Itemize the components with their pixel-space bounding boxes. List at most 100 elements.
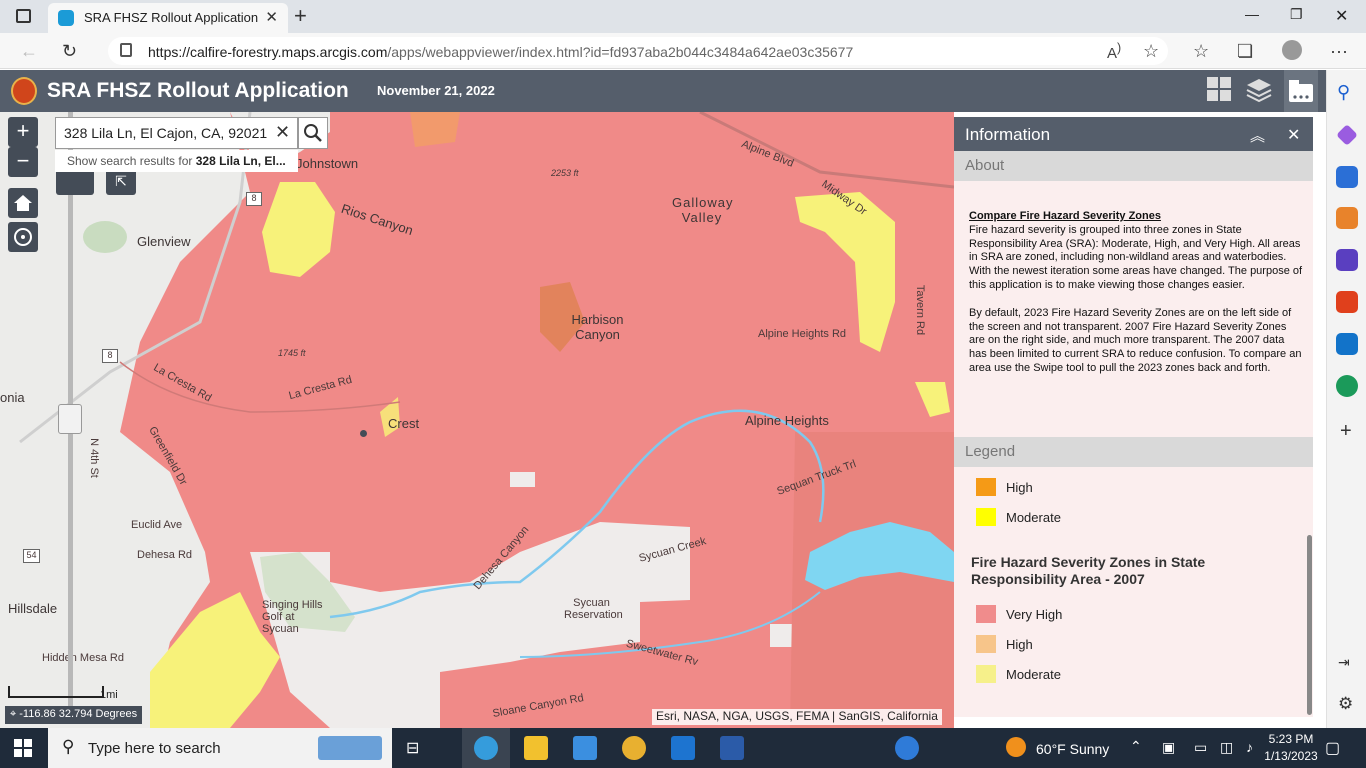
map-label-crest: Crest [388, 416, 420, 431]
about-widget-button[interactable] [1284, 70, 1318, 112]
restore-icon[interactable]: ❐ [1290, 6, 1303, 23]
minimize-icon[interactable]: — [1245, 6, 1259, 22]
close-panel-icon[interactable]: ✕ [1287, 125, 1300, 145]
mail-icon[interactable] [671, 736, 695, 760]
tray-battery-icon[interactable]: ▭ [1194, 739, 1207, 756]
search-box: ✕ [55, 117, 298, 149]
edge-sidebar: ⚲ + ⇥ ⚙ [1326, 70, 1366, 728]
file-explorer-icon[interactable] [524, 736, 548, 760]
map-label-harbison-canyon: Harbison Canyon [571, 312, 624, 342]
weather-text[interactable]: 60°F Sunny [1036, 741, 1109, 757]
tray-chevron-icon[interactable]: ⌃ [1130, 738, 1142, 755]
about-paragraph-2: By default, 2023 Fire Hazard Severity Zo… [969, 306, 1302, 374]
clock-time[interactable]: 5:23 PM [1266, 732, 1316, 746]
close-tab-icon[interactable]: ✕ [265, 8, 278, 26]
back-icon[interactable]: ← [20, 41, 38, 62]
clear-search-icon[interactable]: ✕ [275, 122, 290, 143]
search-button[interactable] [298, 117, 328, 149]
clock-date[interactable]: 1/13/2023 [1262, 749, 1320, 763]
panel-scrollbar[interactable] [1307, 535, 1312, 715]
shopping-icon[interactable] [1336, 166, 1358, 188]
more-icon[interactable]: ··· [1330, 41, 1348, 62]
photos-icon[interactable] [573, 736, 597, 760]
task-view-icon[interactable]: ⊟ [406, 738, 419, 758]
app-date: November 21, 2022 [377, 83, 495, 98]
zoom-in-button[interactable]: + [8, 117, 38, 147]
add-favorite-icon[interactable]: ☆ [1143, 41, 1159, 62]
legend-swatch-moderate [976, 508, 996, 526]
refresh-icon[interactable]: ↻ [62, 41, 77, 62]
games-icon[interactable] [1336, 249, 1358, 271]
outlook-icon[interactable] [1336, 333, 1358, 355]
taskbar-search-placeholder: Type here to search [88, 740, 221, 757]
windows-start-icon[interactable] [14, 739, 32, 757]
read-aloud-icon[interactable]: A) [1107, 41, 1121, 62]
my-location-button[interactable] [8, 222, 38, 252]
sidebar-settings-icon[interactable]: ⚙ [1338, 694, 1353, 714]
window-close-icon[interactable]: ✕ [1335, 6, 1348, 26]
map-attribution: Esri, NASA, NGA, USGS, FEMA | SanGIS, Ca… [652, 709, 942, 725]
notifications-icon[interactable]: ▢ [1325, 738, 1340, 758]
search-suggestion[interactable]: Show search results for 328 Lila Ln, El.… [55, 150, 298, 172]
office-icon[interactable] [1336, 291, 1358, 313]
about-section-header[interactable]: About [954, 151, 1313, 181]
map-label-onia: onia [0, 390, 25, 405]
search-input[interactable] [56, 118, 271, 148]
map-label-hidden-mesa: Hidden Mesa Rd [42, 652, 124, 664]
search-highlight-icon[interactable] [318, 736, 382, 760]
coordinate-readout[interactable]: ⌖ -116.86 32.794 Degrees [5, 706, 143, 724]
profile-avatar[interactable] [1282, 40, 1302, 60]
browser-tab-bar: SRA FHSZ Rollout Application ✕ + — ❐ ✕ [0, 0, 1366, 33]
map-view[interactable]: Johnstown Glenview Rios Canyon Galloway … [0, 112, 954, 728]
zoom-out-button[interactable]: − [8, 147, 38, 177]
tray-volume-icon[interactable]: ♪ [1246, 739, 1253, 755]
collections-icon[interactable]: ❏ [1237, 41, 1253, 62]
word-icon[interactable] [720, 736, 744, 760]
browser-address-bar: ← ↻ https://calfire-forestry.maps.arcgis… [0, 33, 1366, 69]
map-label-hillsdale: Hillsdale [8, 601, 58, 616]
panel-header: Information ︽ ✕ [954, 117, 1313, 151]
map-label-elev-2253: 2253 ft [551, 168, 579, 178]
crosshair-icon: ⌖ [10, 708, 20, 720]
tray-network-icon[interactable]: ◫ [1220, 739, 1233, 756]
sidebar-search-icon[interactable]: ⚲ [1337, 82, 1350, 103]
legend-swatch-high [976, 478, 996, 496]
route-8-shield-2: 8 [102, 349, 118, 363]
tools-icon[interactable] [1336, 207, 1358, 229]
legend-2007-title: Fire Hazard Severity Zones in State Resp… [971, 554, 1206, 587]
home-button[interactable] [8, 188, 38, 218]
route-8-shield: 8 [246, 192, 262, 206]
help-icon[interactable] [895, 736, 919, 760]
locate-icon [14, 228, 32, 246]
legend-section-header[interactable]: Legend [954, 437, 1313, 467]
map-label-sycuan-reservation: Sycuan Reservation [564, 597, 623, 621]
about-paragraph-1: Fire hazard severity is grouped into thr… [969, 223, 1303, 291]
tray-meet-icon[interactable]: ▣ [1162, 739, 1175, 756]
url-field[interactable]: https://calfire-forestry.maps.arcgis.com… [108, 37, 1168, 65]
favorites-icon[interactable]: ☆ [1193, 41, 1209, 62]
home-icon [14, 195, 32, 211]
map-label-alpine-heights: Alpine Heights [745, 413, 829, 428]
new-tab-icon[interactable]: + [294, 3, 307, 29]
swipe-handle[interactable] [58, 404, 82, 434]
map-label-alpine-heights-rd: Alpine Heights Rd [758, 328, 847, 340]
lock-icon [120, 43, 132, 57]
browser-tab[interactable]: SRA FHSZ Rollout Application ✕ [48, 3, 288, 33]
location-marker-icon [360, 430, 367, 437]
map-label-elev-1745: 1745 ft [278, 348, 306, 358]
map-label-johnstown: Johnstown [296, 156, 359, 171]
copilot-icon[interactable] [1336, 124, 1358, 146]
weather-sun-icon [1006, 737, 1026, 757]
about-icon [1289, 80, 1313, 102]
tab-actions-icon[interactable] [16, 9, 31, 23]
layer-list-icon[interactable] [1245, 76, 1275, 106]
basemap-gallery-icon[interactable] [1206, 76, 1236, 106]
tree-icon[interactable] [1336, 375, 1358, 397]
add-sidebar-icon[interactable]: + [1340, 420, 1352, 443]
map-label-singing-hills: Singing Hills Golf at Sycuan [262, 599, 323, 635]
map-label-glenview: Glenview [137, 234, 191, 249]
chrome-icon[interactable] [622, 736, 646, 760]
collapse-panel-icon[interactable]: ︽ [1250, 125, 1265, 146]
hide-sidebar-icon[interactable]: ⇥ [1338, 654, 1350, 671]
app-header: SRA FHSZ Rollout Application November 21… [0, 70, 1326, 112]
